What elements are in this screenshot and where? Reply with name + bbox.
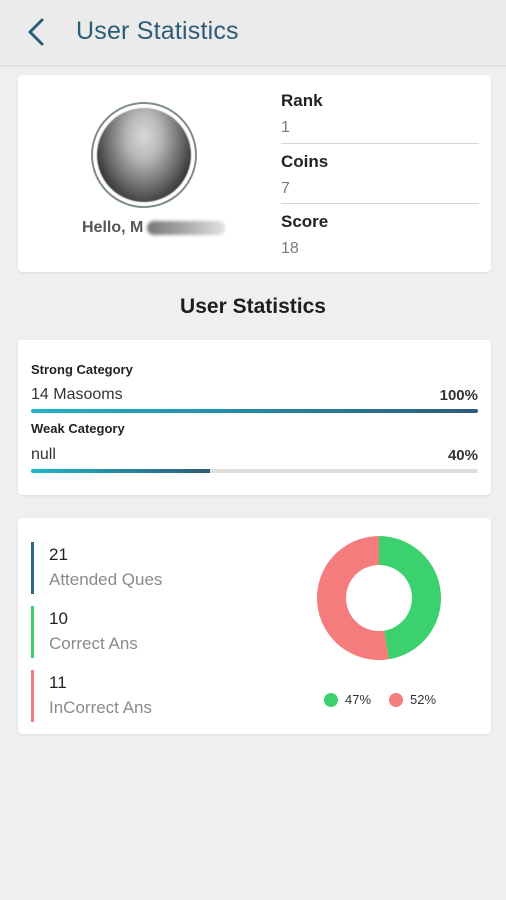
score-label: Score [281,212,329,231]
legend-item-incorrect: 52% [389,692,436,707]
weak-category-progress [31,469,478,473]
weak-category-name: null [31,446,56,463]
stat-divider [281,143,479,144]
legend-label-correct: 47% [345,692,372,707]
avatar-frame [91,102,197,208]
strong-category-percent: 100% [439,387,478,404]
donut-slice-correct [379,536,441,660]
answers-card: 21 Attended Ques 10 Correct Ans 11 InCor… [18,518,491,734]
attended-indicator [31,542,34,594]
strong-category-name: 14 Masooms [31,386,123,403]
correct-count: 10 [49,609,68,628]
avatar[interactable] [97,108,191,202]
legend-dot-incorrect [389,692,404,707]
rank-label: Rank [281,91,323,110]
coins-value: 7 [281,180,290,197]
strong-category-progress-fill [31,409,478,413]
weak-category-percent: 40% [447,447,478,464]
legend-item-correct: 47% [324,692,371,707]
incorrect-count: 11 [49,673,67,692]
app-bar: User Statistics [0,0,506,66]
stat-divider [281,203,479,204]
legend-label-incorrect: 52% [410,692,437,707]
weak-category-progress-fill [31,469,210,473]
category-card: Strong Category 14 Masooms 100% Weak Cat… [18,340,491,495]
rank-stat: Rank 1 [281,91,479,137]
correct-indicator [31,606,34,658]
incorrect-indicator [31,670,34,722]
rank-value: 1 [281,119,290,136]
coins-stat: Coins 7 [281,152,479,198]
score-value: 18 [281,240,299,257]
redacted-username [147,221,226,235]
greeting-text: Hello, M [82,219,226,237]
greeting-label: Hello, M [82,219,144,236]
strong-category-progress [31,409,478,413]
back-button[interactable] [18,14,54,50]
attended-label: Attended Ques [49,570,163,589]
legend-dot-correct [324,692,338,707]
attended-count: 21 [49,545,68,564]
section-title: User Statistics [180,295,326,318]
profile-card: Hello, M Rank 1 Coins 7 Score 18 [18,75,491,272]
weak-category-label: Weak Category [31,421,125,436]
chart-legend: 47% 52% [324,692,454,707]
chevron-left-icon [28,18,44,46]
incorrect-label: InCorrect Ans [49,698,152,717]
coins-label: Coins [281,152,329,171]
strong-category-label: Strong Category [31,362,133,377]
correct-label: Correct Ans [49,634,138,653]
score-stat: Score 18 [281,212,479,258]
page-title: User Statistics [76,17,239,45]
answers-donut-chart [317,536,441,660]
donut-slice-incorrect [317,536,389,660]
